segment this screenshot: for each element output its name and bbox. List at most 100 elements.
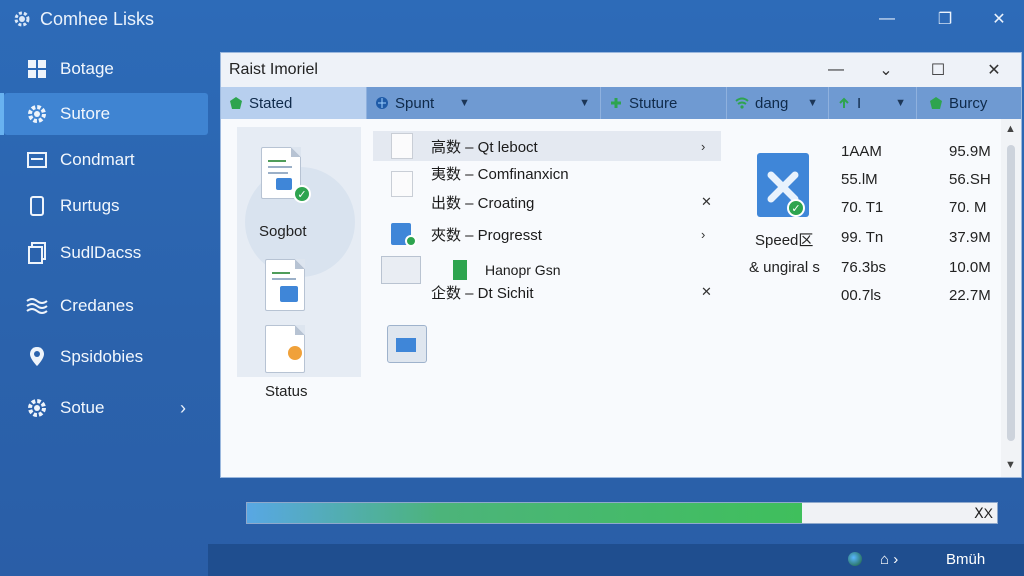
value-col1: 70. T1 [841, 199, 884, 216]
check-icon: ✓ [787, 199, 805, 217]
title-bar: Comhee Lisks — ❐ ✕ [0, 0, 1024, 38]
grid-icon [26, 58, 48, 80]
status-mid-icons[interactable]: ⌂ › [880, 551, 898, 568]
value-col2: 95.9M [949, 143, 991, 160]
list-item[interactable]: 企数 – Dt Sichit ✕ [373, 277, 721, 307]
status-bar: ⌂ › Bmüh [208, 544, 1024, 576]
sidebar-item-botage[interactable]: Botage [4, 48, 208, 90]
scroll-thumb[interactable] [1007, 145, 1015, 441]
sidebar-item-credanes[interactable]: Credanes [4, 285, 208, 327]
row-chevron-icon[interactable]: › [701, 139, 705, 154]
dialog-close-button[interactable]: ✕ [979, 57, 1009, 83]
value-col1: 76.3bs [841, 259, 887, 276]
status-panel: ✓ Sogbot [237, 127, 361, 377]
green-gem-icon [229, 96, 243, 110]
row-text: 夷数 – Comfinanxicn [431, 166, 569, 183]
sidebar-item-sutore[interactable]: Sutore [0, 93, 208, 135]
file-icon [391, 133, 413, 159]
app-title: Comhee Lisks [40, 9, 155, 29]
row-text: Hanopr Gsn [485, 262, 561, 278]
sidebar-item-label: Spsidobies [60, 347, 144, 366]
row-close-icon[interactable]: ✕ [701, 194, 712, 210]
dialog-maximize-button[interactable]: ☐ [923, 57, 953, 83]
check-icon: ✓ [293, 185, 311, 203]
app-gear-icon [14, 11, 30, 27]
sidebar-item-condmart[interactable]: Condmart [4, 139, 208, 181]
dialog-content: ✓ Sogbot Status 高数 – Qt leboct › 夷数 – Co… [221, 119, 1021, 477]
value-col2: 10.0M [949, 259, 991, 276]
sidebar-item-rurtugs[interactable]: Rurtugs [4, 185, 208, 227]
minimize-button[interactable]: — [872, 6, 902, 32]
status-label: Status [265, 383, 308, 400]
close-button[interactable]: ✕ [984, 6, 1014, 32]
dialog-dropdown-button[interactable]: ⌄ [871, 57, 901, 83]
value-col1: 99. Tn [841, 229, 884, 246]
row-close-icon[interactable]: ✕ [701, 284, 712, 300]
sidebar-item-spsidobies[interactable]: Spsidobies [4, 336, 208, 378]
tab-stated[interactable]: Stated [221, 87, 367, 119]
tab-label: Spunt [395, 94, 435, 112]
documents-icon [26, 242, 48, 264]
sidebar-item-label: Credanes [60, 296, 134, 315]
tab-i[interactable]: I ▼ [829, 87, 917, 119]
globe-icon[interactable] [848, 552, 862, 566]
sidebar-item-sudldacss[interactable]: SudlDacss [4, 232, 208, 274]
status-right-label: Bmüh [946, 551, 986, 568]
progress-bar: ⅩX [246, 502, 998, 524]
waves-icon [26, 295, 48, 317]
tab-spunt[interactable]: Spunt ▼ ▼ [367, 87, 601, 119]
sidebar-item-label: Sotue [60, 398, 105, 417]
location-pin-icon [26, 346, 48, 368]
scroll-up-icon[interactable]: ▲ [1005, 123, 1016, 135]
value-col1: 00.7ls [841, 287, 882, 304]
tab-stuture[interactable]: Stuture [601, 87, 727, 119]
row-text: 出数 – Croating [431, 194, 535, 212]
tablet-icon [26, 195, 48, 217]
chevron-down-icon: ▼ [459, 97, 470, 109]
list-item[interactable]: 高数 – Qt leboct › [373, 131, 721, 161]
speed-sublabel: & ungiral s [749, 259, 820, 276]
gear-icon [26, 397, 48, 419]
tab-label: Stated [249, 94, 293, 112]
sidebar: Botage Sutore Condmart Rurtugs SudlDacss… [0, 44, 210, 464]
chevron-down-icon: ▼ [895, 97, 906, 109]
tab-label: I [857, 94, 862, 112]
wifi-icon [735, 96, 749, 110]
dialog-title: Raist Imoriel [229, 61, 318, 78]
restore-button[interactable]: ❐ [930, 6, 960, 32]
document-icon[interactable] [265, 259, 305, 311]
vertical-scrollbar[interactable]: ▲ ▼ [1001, 119, 1021, 477]
row-chevron-icon[interactable]: › [701, 227, 705, 242]
sidebar-item-label: Sutore [60, 104, 111, 123]
chevron-down-icon: ▼ [579, 97, 590, 109]
app-window-icon[interactable] [387, 325, 427, 363]
tab-dang[interactable]: dang ▼ [727, 87, 829, 119]
sidebar-item-label: Botage [60, 59, 114, 78]
value-col1: 1AAM [841, 143, 882, 160]
document-warning-icon[interactable] [265, 325, 305, 373]
tab-bar: Stated Spunt ▼ ▼ Stuture dang ▼ I ▼ Burc… [221, 87, 1021, 119]
row-text: 企数 – Dt Sichit [431, 284, 534, 302]
value-col2: 56.SH [949, 171, 991, 188]
sogbot-label: Sogbot [259, 223, 307, 240]
progress-end-label[interactable]: ⅩX [974, 505, 993, 522]
tab-label: dang [755, 94, 789, 112]
list-item[interactable]: 夾数 – Progresst › [373, 219, 721, 249]
chevron-right-icon: › [180, 397, 186, 418]
value-col2: 70. M [949, 199, 987, 216]
sidebar-item-label: SudlDacss [60, 243, 142, 262]
speed-label: Speed区 [755, 232, 814, 249]
list-item[interactable]: 出数 – Croating ✕ [373, 187, 721, 217]
sidebar-item-sotue[interactable]: Sotue › [4, 387, 208, 429]
tab-burcy[interactable]: Burcy [917, 87, 1021, 119]
sidebar-item-label: Condmart [60, 150, 135, 169]
green-arrow-icon [837, 96, 851, 110]
scroll-down-icon[interactable]: ▼ [1005, 459, 1016, 471]
tab-label: Burcy [949, 94, 988, 112]
value-col1: 55.lM [841, 171, 878, 188]
gear-icon [26, 103, 48, 125]
dialog-minimize-button[interactable]: — [821, 57, 851, 83]
card-icon [26, 149, 48, 171]
green-gem-icon [929, 96, 943, 110]
dialog-window: Raist Imoriel — ⌄ ☐ ✕ Stated Spunt ▼ ▼ S… [220, 52, 1022, 478]
